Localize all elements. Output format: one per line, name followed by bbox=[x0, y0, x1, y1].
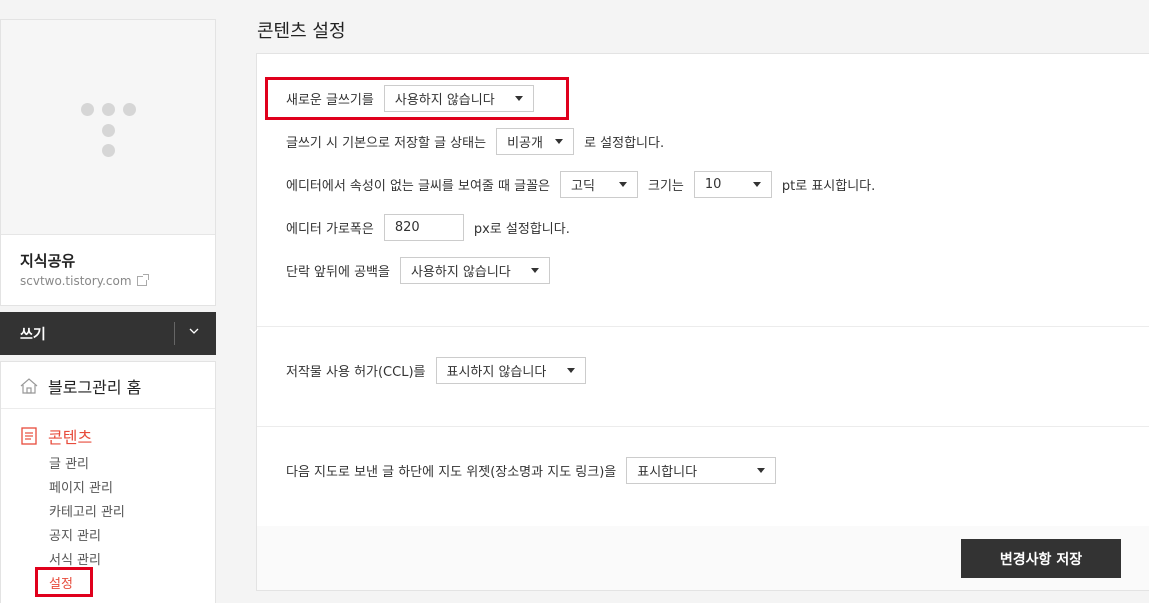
default-status-value: 비공개 bbox=[507, 136, 543, 151]
tistory-logo-dot bbox=[102, 144, 115, 157]
ccl-label: 저작물 사용 허가(CCL)를 bbox=[286, 365, 426, 380]
default-status-suffix: 로 설정합니다. bbox=[584, 136, 665, 151]
setting-ccl: 저작물 사용 허가(CCL)를 표시하지 않습니다 bbox=[286, 357, 596, 384]
sidebar-subitem-templates[interactable]: 서식 관리 bbox=[49, 549, 101, 568]
ccl-select[interactable]: 표시하지 않습니다 bbox=[435, 357, 586, 384]
tistory-logo-dot bbox=[102, 124, 115, 137]
sidebar-item-home-label: 블로그관리 홈 bbox=[48, 378, 142, 397]
external-link-icon bbox=[136, 274, 149, 286]
write-divider bbox=[174, 322, 175, 345]
tistory-logo-icon bbox=[81, 103, 94, 116]
document-icon bbox=[21, 427, 37, 445]
font-label: 에디터에서 속성이 없는 글씨를 보여줄 때 글꼴은 bbox=[286, 179, 550, 194]
sidebar-item-home[interactable]: 블로그관리 홈 bbox=[20, 374, 141, 398]
default-status-select[interactable]: 비공개 bbox=[496, 128, 575, 155]
sidebar-item-content[interactable]: 콘텐츠 bbox=[20, 424, 92, 448]
map-widget-value: 표시합니다 bbox=[637, 465, 698, 480]
map-widget-select[interactable]: 표시합니다 bbox=[626, 457, 777, 484]
section-divider bbox=[257, 426, 1149, 427]
paragraph-select[interactable]: 사용하지 않습니다 bbox=[399, 257, 550, 284]
blog-profile-card: 지식공유 scvtwo.tistory.com bbox=[0, 19, 216, 306]
font-size-value: 10 bbox=[704, 177, 722, 192]
blog-url-link[interactable]: scvtwo.tistory.com bbox=[20, 274, 149, 288]
editor-width-input[interactable]: 820 bbox=[383, 214, 464, 241]
sidebar-subitem-categories[interactable]: 카테고리 관리 bbox=[49, 501, 125, 520]
tistory-logo-dot bbox=[102, 103, 115, 116]
sidebar-item-content-label: 콘텐츠 bbox=[48, 428, 93, 447]
paragraph-label: 단락 앞뒤에 공백을 bbox=[286, 265, 390, 280]
sidebar-subitem-notices[interactable]: 공지 관리 bbox=[49, 525, 101, 544]
setting-default-status: 글쓰기 시 기본으로 저장할 글 상태는 비공개 로 설정합니다. bbox=[286, 128, 674, 155]
font-family-select[interactable]: 고딕 bbox=[560, 171, 638, 198]
home-icon bbox=[20, 378, 38, 394]
section-divider bbox=[257, 326, 1149, 327]
blog-name[interactable]: 지식공유 bbox=[20, 250, 75, 271]
highlight-box-settings bbox=[35, 567, 93, 597]
setting-map-widget: 다음 지도로 보낸 글 하단에 지도 위젯(장소명과 지도 링크)을 표시합니다 bbox=[286, 457, 786, 484]
save-button[interactable]: 변경사항 저장 bbox=[961, 539, 1121, 578]
editor-width-label: 에디터 가로폭은 bbox=[286, 222, 374, 237]
ccl-value: 표시하지 않습니다 bbox=[446, 365, 547, 380]
tistory-logo-dot bbox=[123, 103, 136, 116]
blog-url-text: scvtwo.tistory.com bbox=[20, 274, 132, 288]
font-size-label: 크기는 bbox=[648, 179, 684, 194]
chevron-down-icon[interactable] bbox=[189, 326, 199, 336]
font-suffix: pt로 표시합니다. bbox=[781, 179, 876, 194]
write-bar: 쓰기 bbox=[0, 312, 216, 355]
page-title: 콘텐츠 설정 bbox=[257, 21, 346, 42]
write-button[interactable]: 쓰기 bbox=[20, 324, 46, 344]
sidebar-subitem-posts[interactable]: 글 관리 bbox=[49, 453, 89, 472]
caret-down-icon bbox=[619, 182, 627, 187]
editor-width-suffix: px로 설정합니다. bbox=[473, 222, 570, 237]
caret-down-icon bbox=[752, 182, 761, 187]
highlight-box-new-editor bbox=[265, 77, 569, 120]
caret-down-icon bbox=[530, 268, 539, 273]
paragraph-value: 사용하지 않습니다 bbox=[410, 265, 511, 280]
font-size-select[interactable]: 10 bbox=[693, 171, 772, 198]
font-family-value: 고딕 bbox=[571, 179, 595, 194]
menu-divider bbox=[1, 408, 215, 409]
setting-editor-width: 에디터 가로폭은 820 px로 설정합니다. bbox=[286, 214, 580, 241]
setting-font: 에디터에서 속성이 없는 글씨를 보여줄 때 글꼴은 고딕 크기는 10 pt로… bbox=[286, 171, 885, 198]
sidebar-menu: 블로그관리 홈 콘텐츠 글 관리 페이지 관리 카테고리 관리 공지 관리 서식… bbox=[0, 361, 216, 603]
caret-down-icon bbox=[566, 368, 575, 373]
settings-panel: 새로운 글쓰기를 사용하지 않습니다 글쓰기 시 기본으로 저장할 글 상태는 … bbox=[256, 53, 1149, 591]
caret-down-icon bbox=[757, 468, 766, 473]
caret-down-icon bbox=[555, 139, 564, 144]
default-status-label: 글쓰기 시 기본으로 저장할 글 상태는 bbox=[286, 136, 487, 151]
map-widget-label: 다음 지도로 보낸 글 하단에 지도 위젯(장소명과 지도 링크)을 bbox=[286, 465, 617, 480]
blog-thumbnail[interactable] bbox=[1, 20, 215, 235]
setting-paragraph-spacing: 단락 앞뒤에 공백을 사용하지 않습니다 bbox=[286, 257, 560, 284]
sidebar-subitem-pages[interactable]: 페이지 관리 bbox=[49, 477, 113, 496]
